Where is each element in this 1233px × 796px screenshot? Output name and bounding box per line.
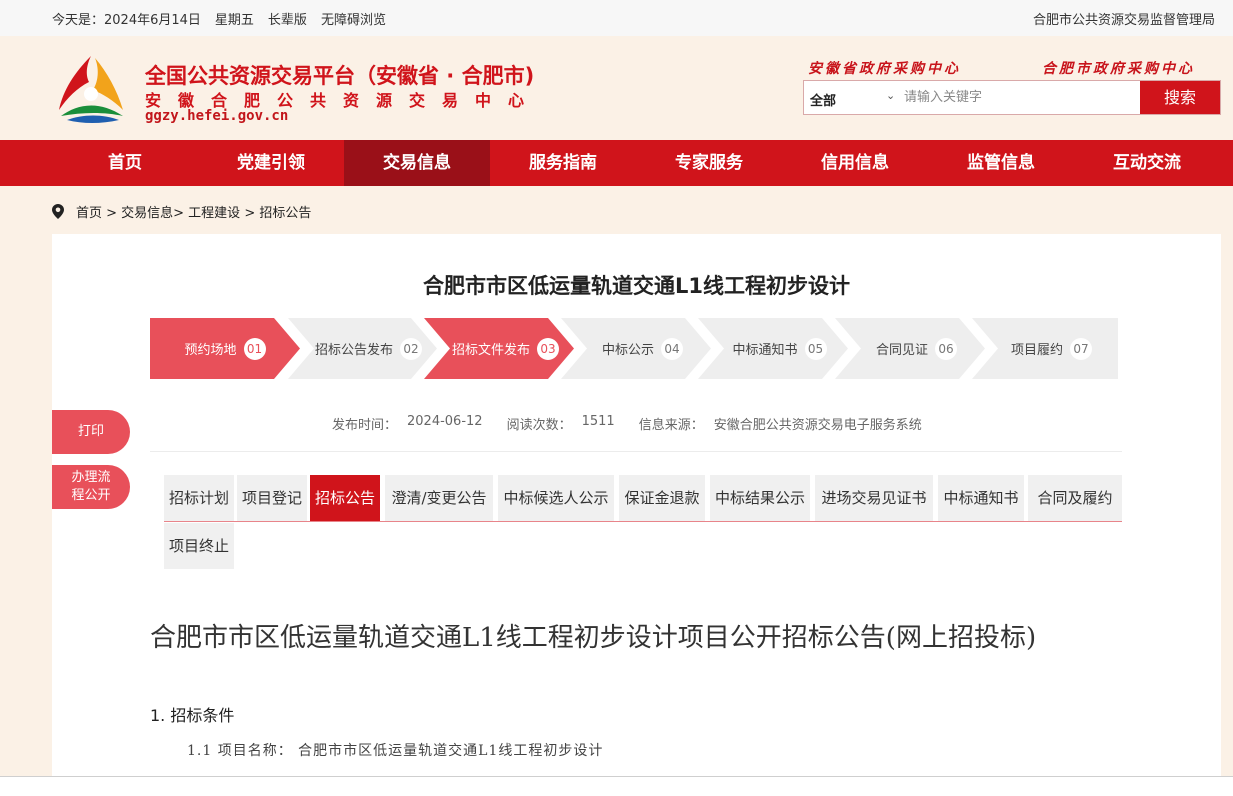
source-value: 安徽合肥公共资源交易电子服务系统 — [713, 418, 922, 433]
step-label: 招标文件发布 — [451, 343, 530, 358]
search-box: 全部 ⌄ 搜索 — [803, 80, 1221, 115]
tab-clarification[interactable]: 澄清/变更公告 — [385, 475, 493, 521]
step-label: 合同见证 — [875, 343, 928, 358]
step-number: 02 — [400, 337, 422, 360]
top-bar: 今天是：2024年6月14日 星期五 长辈版 无障碍浏览 合肥市公共资源交易监督… — [0, 0, 1233, 36]
publish-time-value: 2024-06-12 — [407, 414, 483, 429]
step-number: 04 — [661, 337, 683, 360]
chevron-down-icon[interactable]: ⌄ — [886, 89, 895, 102]
top-bar-left: 今天是：2024年6月14日 星期五 长辈版 无障碍浏览 — [52, 9, 386, 28]
site-header: 全国公共资源交易平台（安徽省 · 合肥市) 安徽合肥公共资源交易中心 ggzy.… — [0, 36, 1233, 140]
site-logo-icon[interactable] — [55, 54, 127, 124]
bottom-edge — [0, 776, 1233, 796]
step-label: 中标通知书 — [732, 343, 798, 358]
step-number: 01 — [243, 337, 266, 360]
site-title: 全国公共资源交易平台（安徽省 · 合肥市) — [145, 64, 535, 88]
authority-link[interactable]: 合肥市公共资源交易监督管理局 — [1033, 9, 1215, 28]
main-nav: 首页 党建引领 交易信息 服务指南 专家服务 信用信息 监管信息 互动交流 — [0, 140, 1233, 186]
nav-item-service-guide[interactable]: 服务指南 — [490, 140, 636, 186]
search-category-select[interactable]: 全部 — [810, 90, 836, 109]
nav-item-home[interactable]: 首页 — [52, 140, 198, 186]
tab-bidding-plan[interactable]: 招标计划 — [164, 475, 234, 521]
elder-mode-link[interactable]: 长辈版 — [268, 9, 307, 28]
site-url: ggzy.hefei.gov.cn — [145, 108, 289, 124]
city-procurement-link[interactable]: 合肥市政府采购中心 — [1042, 58, 1195, 78]
progress-steps: 预约场地 01 招标公告发布 02 招标文件发布 03 中标公示 04 中标通知… — [150, 318, 1118, 379]
nav-item-expert[interactable]: 专家服务 — [636, 140, 782, 186]
step-1[interactable]: 预约场地 01 — [150, 318, 300, 379]
step-number: 05 — [804, 337, 827, 360]
tab-tender-notice[interactable]: 招标公告 — [310, 475, 380, 521]
document-title: 合肥市市区低运量轨道交通L1线工程初步设计项目公开招标公告(网上招投标) — [150, 623, 1037, 653]
tab-award-letter[interactable]: 中标通知书 — [938, 475, 1024, 521]
tab-project-registration[interactable]: 项目登记 — [237, 475, 307, 521]
breadcrumb: 首页 > 交易信息> 工程建设 > 招标公告 — [52, 202, 311, 221]
tab-termination[interactable]: 项目终止 — [164, 523, 234, 569]
article-meta: 发布时间： 2024-06-12 阅读次数： 1511 信息来源： 安徽合肥公共… — [332, 414, 922, 433]
nav-item-party[interactable]: 党建引领 — [198, 140, 344, 186]
step-label: 招标公告发布 — [314, 343, 393, 358]
nav-item-supervision[interactable]: 监管信息 — [928, 140, 1074, 186]
step-5[interactable]: 中标通知书 05 — [711, 318, 848, 379]
tab-candidate-notice[interactable]: 中标候选人公示 — [498, 475, 614, 521]
province-procurement-link[interactable]: 安徽省政府采购中心 — [808, 58, 961, 78]
tab-result-notice[interactable]: 中标结果公示 — [710, 475, 810, 521]
nav-item-trade-info[interactable]: 交易信息 — [344, 140, 490, 186]
tab-deposit-refund[interactable]: 保证金退款 — [619, 475, 705, 521]
step-number: 03 — [537, 337, 559, 360]
breadcrumb-text[interactable]: 首页 > 交易信息> 工程建设 > 招标公告 — [76, 202, 311, 221]
tab-contract[interactable]: 合同及履约 — [1028, 475, 1122, 521]
search-button[interactable]: 搜索 — [1140, 81, 1220, 114]
step-number: 07 — [1070, 337, 1092, 360]
tab-underline — [164, 521, 1122, 522]
step-label: 项目履约 — [1010, 343, 1063, 358]
tab-witness-certificate[interactable]: 进场交易见证书 — [815, 475, 933, 521]
nav-item-credit[interactable]: 信用信息 — [782, 140, 928, 186]
publish-time-label: 发布时间： — [332, 418, 398, 433]
source-label: 信息来源： — [638, 418, 704, 433]
article-panel: 合肥市市区低运量轨道交通L1线工程初步设计 预约场地 01 招标公告发布 02 … — [52, 234, 1221, 776]
step-2[interactable]: 招标公告发布 02 — [300, 318, 437, 379]
step-label: 中标公示 — [601, 343, 654, 358]
step-label: 预约场地 — [184, 343, 237, 358]
step-3[interactable]: 招标文件发布 03 — [437, 318, 574, 379]
process-public-button[interactable]: 办理流 程公开 — [52, 465, 130, 509]
section-item: 1.1 项目名称： 合肥市市区低运量轨道交通L1线工程初步设计 — [187, 743, 604, 759]
process-label-line2: 程公开 — [71, 488, 111, 503]
step-7[interactable]: 项目履约 07 — [985, 318, 1118, 379]
meta-divider — [150, 451, 1122, 452]
location-pin-icon — [52, 204, 64, 219]
search-input[interactable] — [904, 86, 1134, 108]
step-6[interactable]: 合同见证 06 — [848, 318, 985, 379]
print-button[interactable]: 打印 — [52, 410, 130, 454]
project-title: 合肥市市区低运量轨道交通L1线工程初步设计 — [423, 274, 850, 298]
process-label-line1: 办理流 — [71, 470, 111, 485]
read-count-value: 1511 — [581, 414, 615, 429]
accessibility-link[interactable]: 无障碍浏览 — [321, 9, 386, 28]
step-4[interactable]: 中标公示 04 — [574, 318, 711, 379]
section-heading: 1. 招标条件 — [150, 706, 235, 725]
date-text: 今天是：2024年6月14日 — [52, 13, 201, 28]
weekday-text: 星期五 — [214, 13, 254, 28]
nav-item-interaction[interactable]: 互动交流 — [1074, 140, 1220, 186]
step-number: 06 — [935, 337, 957, 360]
read-count-label: 阅读次数： — [506, 418, 572, 433]
